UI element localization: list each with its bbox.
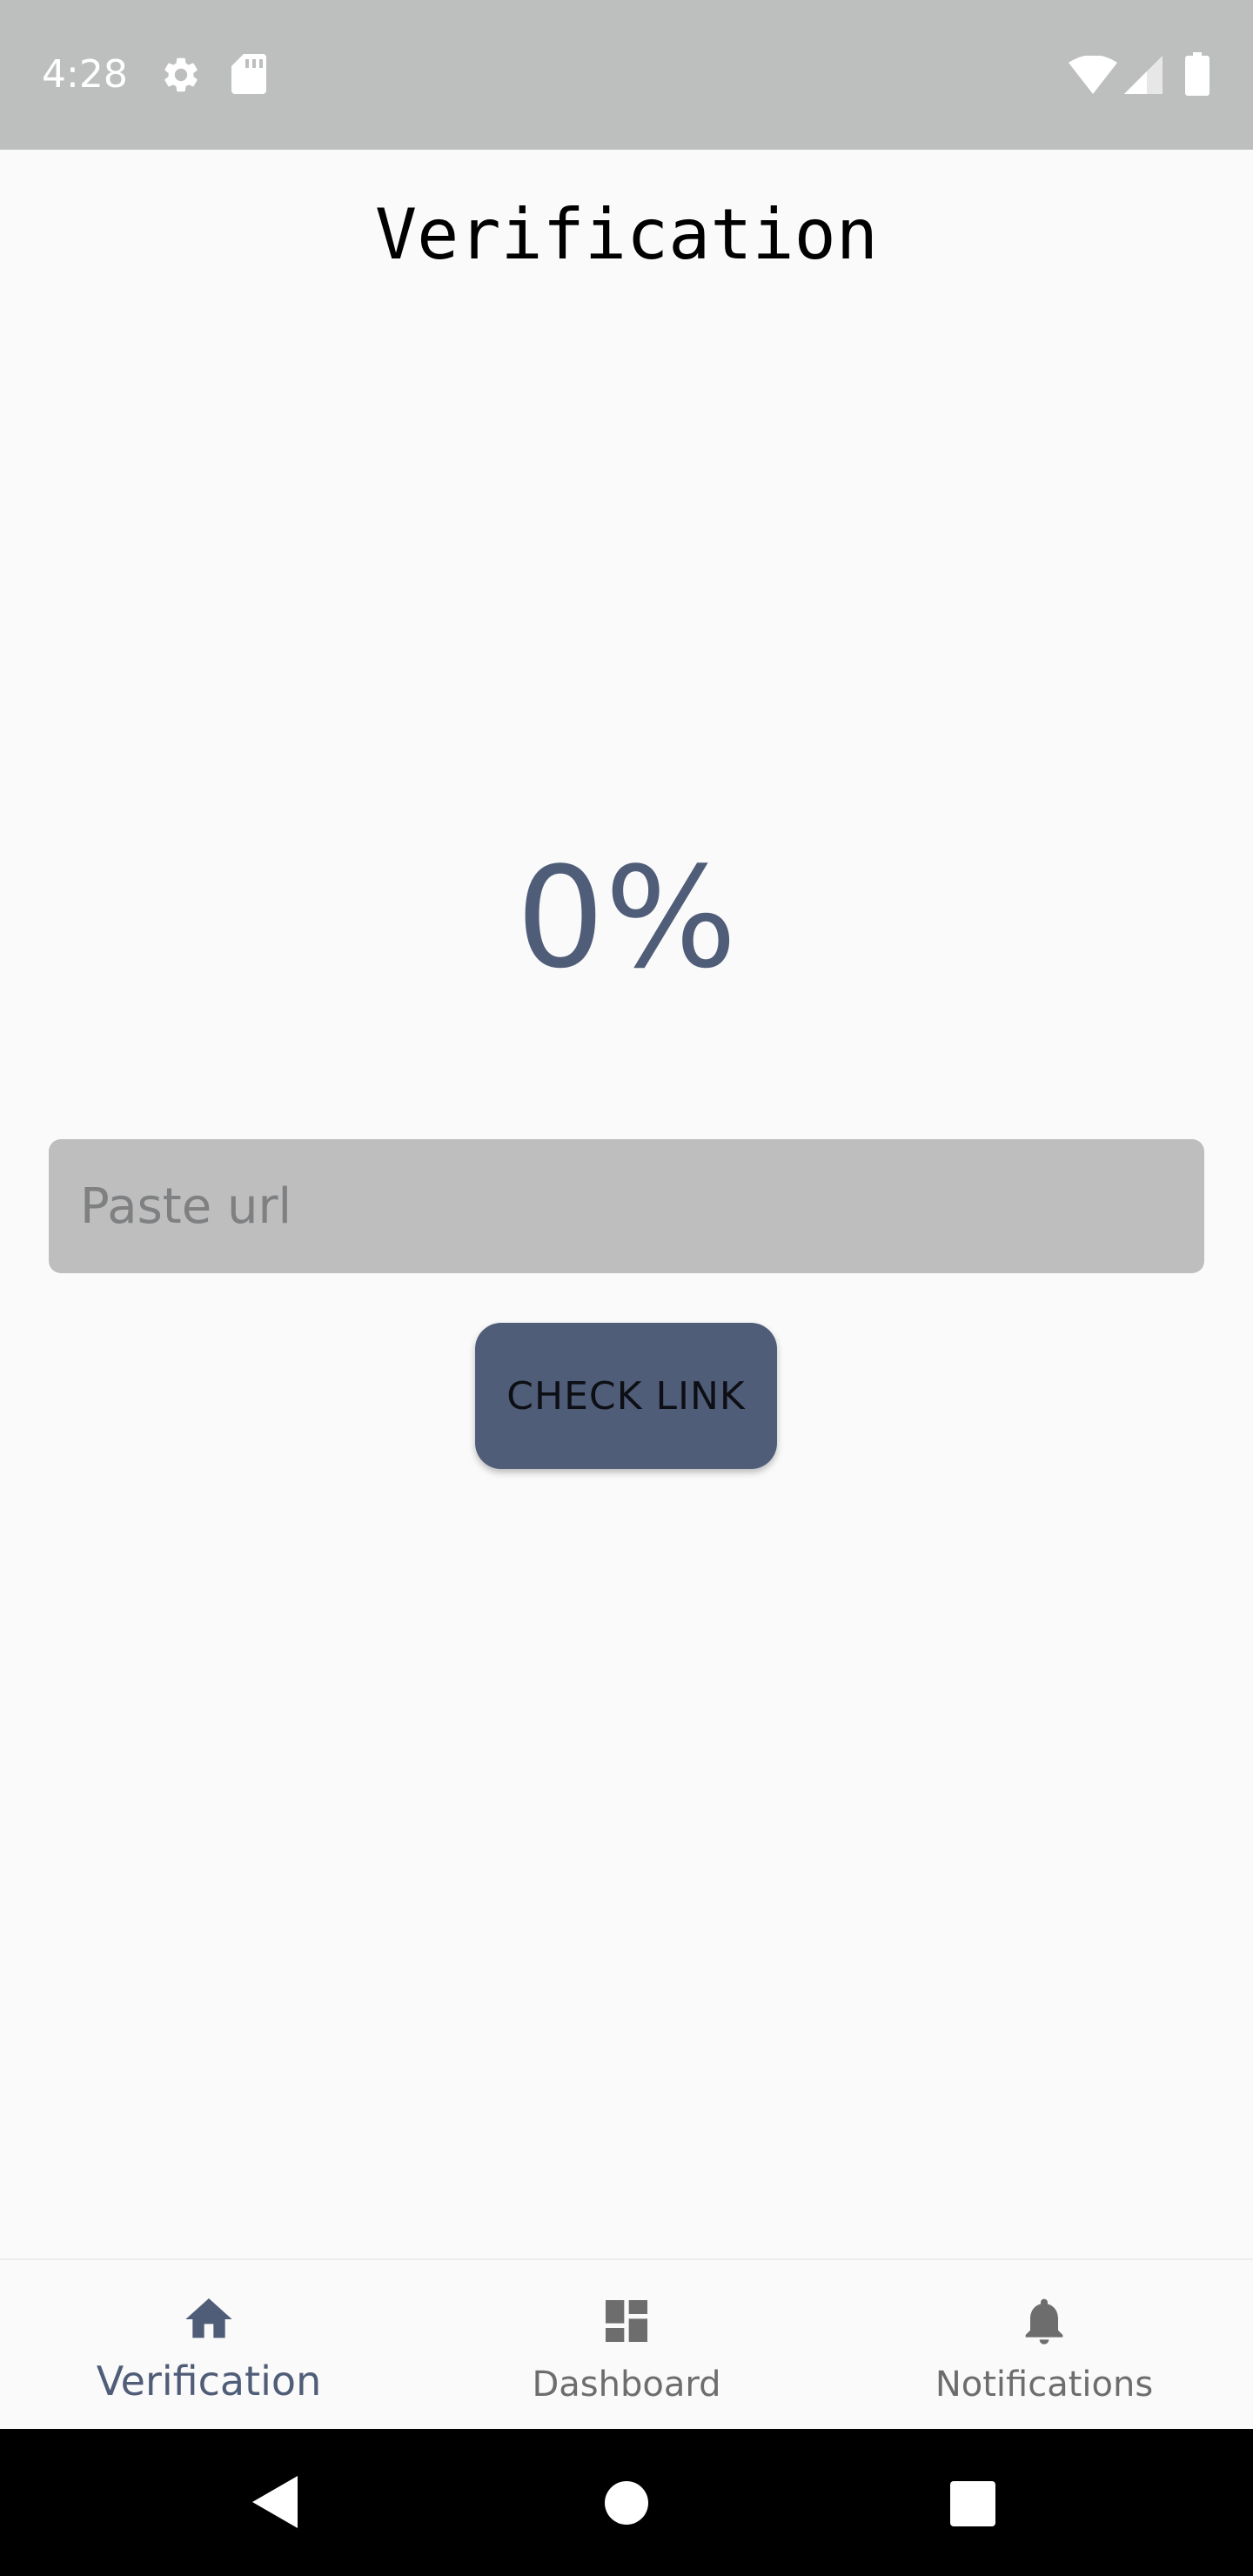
- sd-card-icon: [231, 54, 266, 98]
- status-time: 4:28: [42, 52, 128, 97]
- settings-icon: [160, 54, 202, 100]
- check-link-button[interactable]: CHECK LINK: [475, 1323, 777, 1469]
- progress-percentage: 0%: [516, 836, 737, 999]
- wifi-icon: [1069, 55, 1117, 98]
- recents-icon[interactable]: [950, 2481, 995, 2531]
- url-input[interactable]: [49, 1139, 1204, 1273]
- home-circle-icon[interactable]: [605, 2481, 648, 2529]
- nav-label-dashboard: Dashboard: [532, 2365, 721, 2405]
- home-icon: [181, 2291, 237, 2347]
- nav-label-notifications: Notifications: [935, 2365, 1154, 2405]
- status-bar: 4:28: [0, 0, 1253, 150]
- page-title: Verification: [375, 194, 878, 275]
- system-navigation-bar: [0, 2429, 1253, 2576]
- battery-icon: [1185, 52, 1209, 100]
- nav-item-verification[interactable]: Verification: [0, 2260, 418, 2429]
- cellular-signal-icon: [1124, 56, 1163, 98]
- nav-item-dashboard[interactable]: Dashboard: [418, 2260, 835, 2429]
- bell-icon: [1016, 2293, 1072, 2349]
- bottom-navigation: Verification Dashboard Notifications: [0, 2258, 1253, 2429]
- nav-label-verification: Verification: [96, 2358, 322, 2405]
- dashboard-icon: [599, 2293, 654, 2349]
- nav-item-notifications[interactable]: Notifications: [835, 2260, 1253, 2429]
- back-icon[interactable]: [252, 2476, 298, 2532]
